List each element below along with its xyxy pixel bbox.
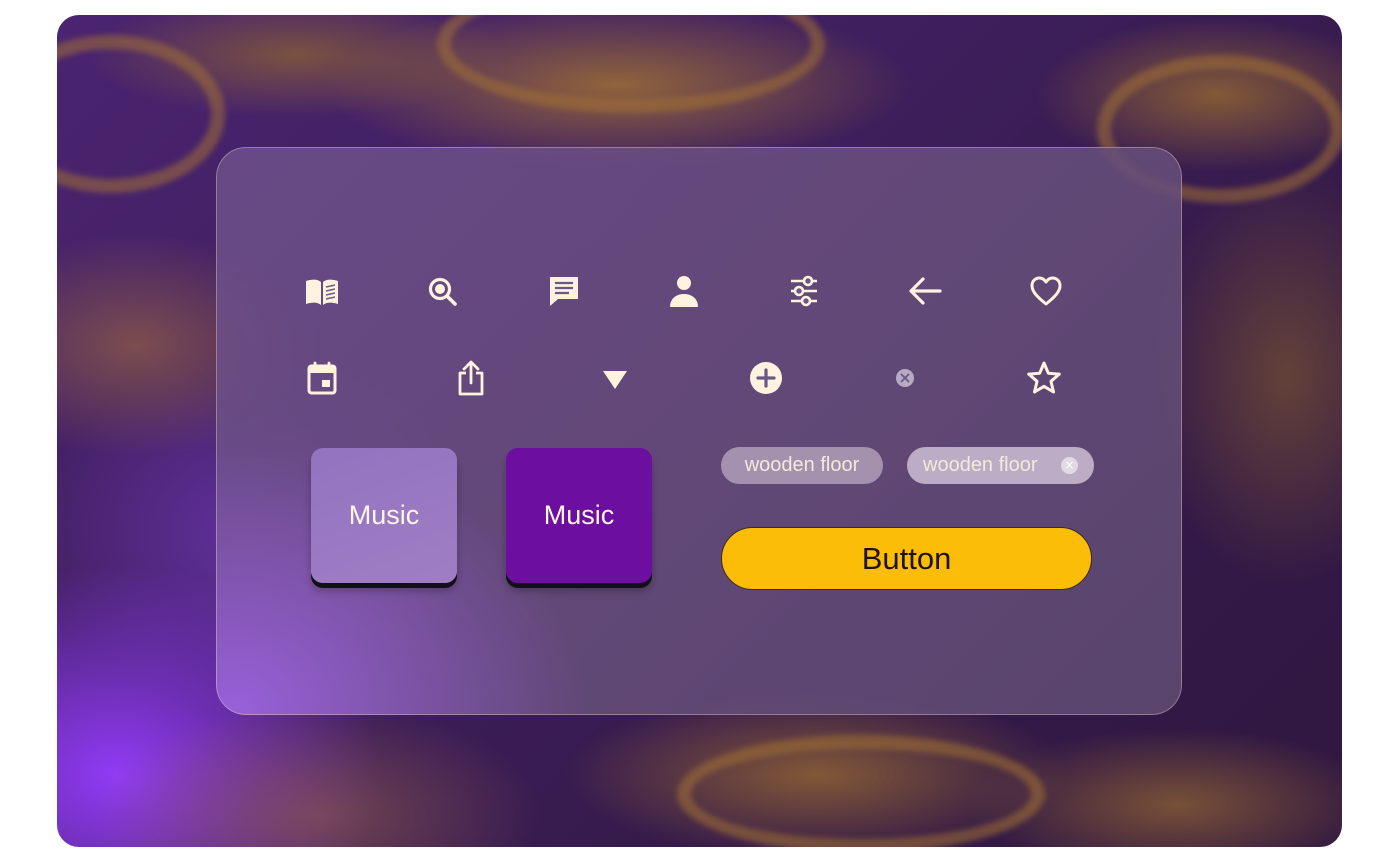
chip-label: wooden floor <box>923 454 1038 476</box>
music-tile-label: Music <box>348 500 420 530</box>
search-icon[interactable] <box>423 272 463 312</box>
share-icon[interactable] <box>451 358 491 398</box>
heart-icon[interactable] <box>1026 271 1066 311</box>
background-swirl <box>437 15 825 113</box>
caret-down-icon[interactable] <box>595 360 635 400</box>
book-open-icon[interactable] <box>302 272 342 312</box>
close-circle-icon[interactable] <box>885 358 925 398</box>
add-circle-icon[interactable] <box>746 358 786 398</box>
wooden-floor-chip-removable[interactable]: wooden floor × <box>907 447 1094 484</box>
comment-icon[interactable] <box>544 271 584 311</box>
background-swirl <box>57 35 225 193</box>
glass-panel <box>216 147 1182 715</box>
user-icon[interactable] <box>664 271 704 311</box>
chip-label: wooden floor <box>744 454 860 476</box>
star-icon[interactable] <box>1024 358 1064 398</box>
arrow-left-icon[interactable] <box>905 271 945 311</box>
calendar-icon[interactable] <box>302 358 342 398</box>
background-swirl <box>677 735 1045 847</box>
primary-button-label: Button <box>861 540 952 576</box>
music-tile-dark[interactable]: Music <box>506 448 652 583</box>
chip-close-icon[interactable]: × <box>1061 457 1078 474</box>
music-tile-light[interactable]: Music <box>311 448 457 583</box>
primary-button[interactable]: Button <box>721 527 1092 590</box>
music-tile-label: Music <box>543 500 615 530</box>
sliders-icon[interactable] <box>784 271 824 311</box>
wooden-floor-chip[interactable]: wooden floor <box>721 447 883 484</box>
